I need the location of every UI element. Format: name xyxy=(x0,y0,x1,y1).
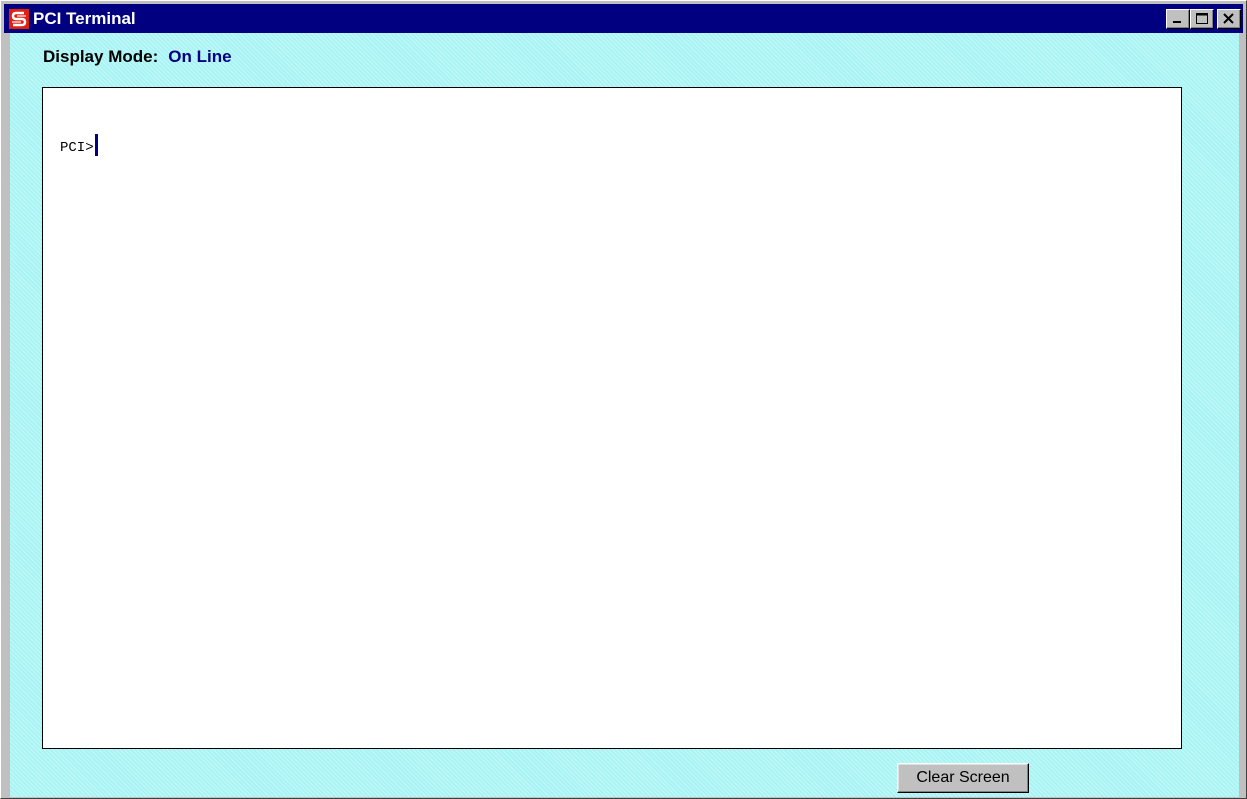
app-window: PCI Terminal Display Mode: On Line PCI> C… xyxy=(0,0,1247,799)
client-area: Display Mode: On Line PCI> Clear Screen xyxy=(10,33,1239,797)
maximize-icon xyxy=(1196,13,1208,24)
window-title: PCI Terminal xyxy=(33,9,136,28)
terminal-line: PCI> xyxy=(60,134,98,158)
title-bar[interactable]: PCI Terminal xyxy=(4,4,1243,33)
close-icon xyxy=(1223,13,1234,24)
clear-screen-button[interactable]: Clear Screen xyxy=(897,763,1029,793)
terminal-prompt: PCI> xyxy=(60,140,94,156)
close-button[interactable] xyxy=(1217,9,1241,29)
text-cursor xyxy=(94,134,98,156)
display-mode-value: On Line xyxy=(168,47,232,66)
display-mode-row: Display Mode: On Line xyxy=(43,47,232,67)
minimize-icon xyxy=(1173,21,1181,23)
minimize-button[interactable] xyxy=(1166,9,1190,29)
display-mode-label: Display Mode: xyxy=(43,47,159,66)
terminal-screen[interactable]: PCI> xyxy=(42,87,1182,749)
maximize-button[interactable] xyxy=(1190,9,1214,29)
app-logo-icon[interactable] xyxy=(9,9,29,29)
